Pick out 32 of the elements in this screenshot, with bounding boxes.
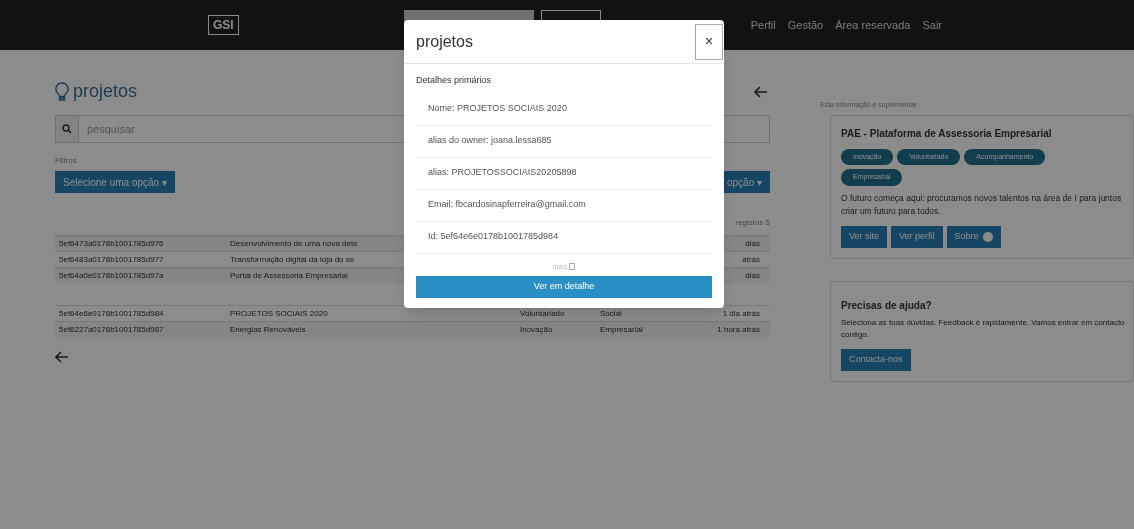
table-cell-text: 5ef6227a0178b1001785d987 <box>58 323 165 336</box>
table-cell-text: dias <box>745 269 761 282</box>
table-cell-text: 5ef64a0e0178b1001785d97a <box>58 269 165 282</box>
table-cell-text: 5ef64e6e0178b1001785d984 <box>58 307 165 320</box>
detail-item: alias: PROJETOSSOCIAIS20205898 <box>416 157 712 190</box>
table-cell-text: atrás <box>742 253 761 266</box>
card-text: O futuro começa aqui: procuramos novos talentos na área de I para juntos criar um futuro para todos. <box>841 191 1123 218</box>
detail-item: Id: 5ef64e6e0178b1001785d984 <box>416 221 712 254</box>
table-cell-text: Voluntariado <box>520 307 566 320</box>
detail-item: Nome: PROJETOS SOCIAIS 2020 <box>416 93 712 126</box>
card-title: PAE - Plataforma de Assessoria Empresarial <box>841 126 1053 141</box>
modal-title: projetos <box>416 31 473 52</box>
table-cell-text: 1 hora atrás <box>717 323 761 336</box>
table-cell-text: 5ef6483a0178b1001785d977 <box>58 253 165 266</box>
help-text: Seleciona as tuas dúvidas. Feedback é rapidamente. Vamos entrar em contacto contigo. <box>841 316 1126 341</box>
table-cell-text: 5ef6473a0178b1001785d976 <box>58 237 165 250</box>
table-cell-text: dias <box>745 237 761 250</box>
table-cell-text: Desenvolvimento de uma nova dete <box>230 237 359 250</box>
table-cell-text: Empresarial <box>600 323 644 336</box>
table-cell-text: Portal de Assessoria Empresarial <box>230 269 349 282</box>
page-title: projetos <box>73 80 138 103</box>
table-cell-text: Inovação <box>520 323 554 336</box>
table-cell-text: Transformação digital da loja do se <box>230 253 356 266</box>
table-cell-text: 1 dia atrás <box>722 307 761 320</box>
detail-item: alias do owner: joana.lessa685 <box>416 125 712 158</box>
table-cell-text: PROJETOS SOCIAIS 2020 <box>230 307 329 320</box>
help-title: Precisas de ajuda? <box>841 298 933 313</box>
filter-label: Filtros <box>55 155 78 167</box>
table-cell-text: Energias Renováveis <box>230 323 307 336</box>
table-cell-text: Social <box>600 307 623 320</box>
section-title: Detalhes primários <box>416 74 493 87</box>
detail-item: Email: fbcardosinapferreira@gmail.com <box>416 189 712 222</box>
